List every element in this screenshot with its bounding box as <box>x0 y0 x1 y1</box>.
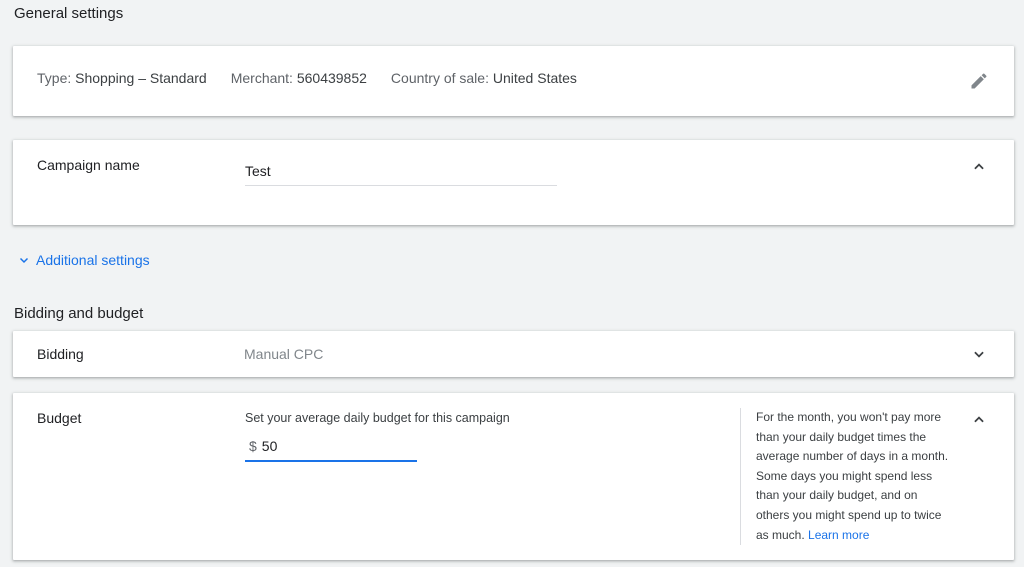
campaign-name-label: Campaign name <box>37 157 140 173</box>
type-label: Type: <box>37 70 72 86</box>
budget-label: Budget <box>37 410 82 426</box>
chevron-up-icon <box>974 163 984 170</box>
chevron-down-icon <box>19 257 29 264</box>
budget-help-text: For the month, you won't pay more than y… <box>756 410 949 542</box>
edit-button[interactable] <box>967 69 991 93</box>
campaign-name-card: Campaign name <box>13 140 1014 225</box>
budget-help-panel: For the month, you won't pay more than y… <box>740 408 950 545</box>
currency-symbol: $ <box>249 437 257 454</box>
budget-amount[interactable]: 50 <box>262 438 278 454</box>
merchant-label: Merchant: <box>230 70 293 86</box>
collapse-campaign-name-button[interactable] <box>967 155 991 179</box>
learn-more-link[interactable]: Learn more <box>808 528 869 542</box>
pencil-icon <box>971 73 987 89</box>
country-value: United States <box>492 70 577 86</box>
budget-input[interactable]: $ 50 <box>245 431 417 462</box>
country-label: Country of sale: <box>390 70 489 86</box>
campaign-summary: Type: Shopping – Standard Merchant: 5604… <box>37 70 577 86</box>
bidding-card[interactable]: Bidding Manual CPC <box>13 331 1014 377</box>
general-settings-card: Type: Shopping – Standard Merchant: 5604… <box>13 46 1014 116</box>
bidding-label: Bidding <box>37 346 84 362</box>
general-settings-title: General settings <box>14 5 124 22</box>
bidding-value: Manual CPC <box>244 346 324 362</box>
additional-settings-label: Additional settings <box>36 252 150 268</box>
collapse-budget-button[interactable] <box>967 408 991 432</box>
chevron-up-icon <box>974 416 984 423</box>
bidding-budget-title: Bidding and budget <box>14 305 144 322</box>
additional-settings-toggle[interactable]: Additional settings <box>18 252 150 268</box>
merchant-value: 560439852 <box>296 70 367 86</box>
budget-card: Budget Set your average daily budget for… <box>13 393 1014 560</box>
expand-bidding-button[interactable] <box>967 342 991 366</box>
chevron-down-icon <box>974 351 984 358</box>
campaign-name-input[interactable] <box>245 156 557 186</box>
budget-hint: Set your average daily budget for this c… <box>245 411 510 425</box>
type-value: Shopping – Standard <box>75 70 207 86</box>
